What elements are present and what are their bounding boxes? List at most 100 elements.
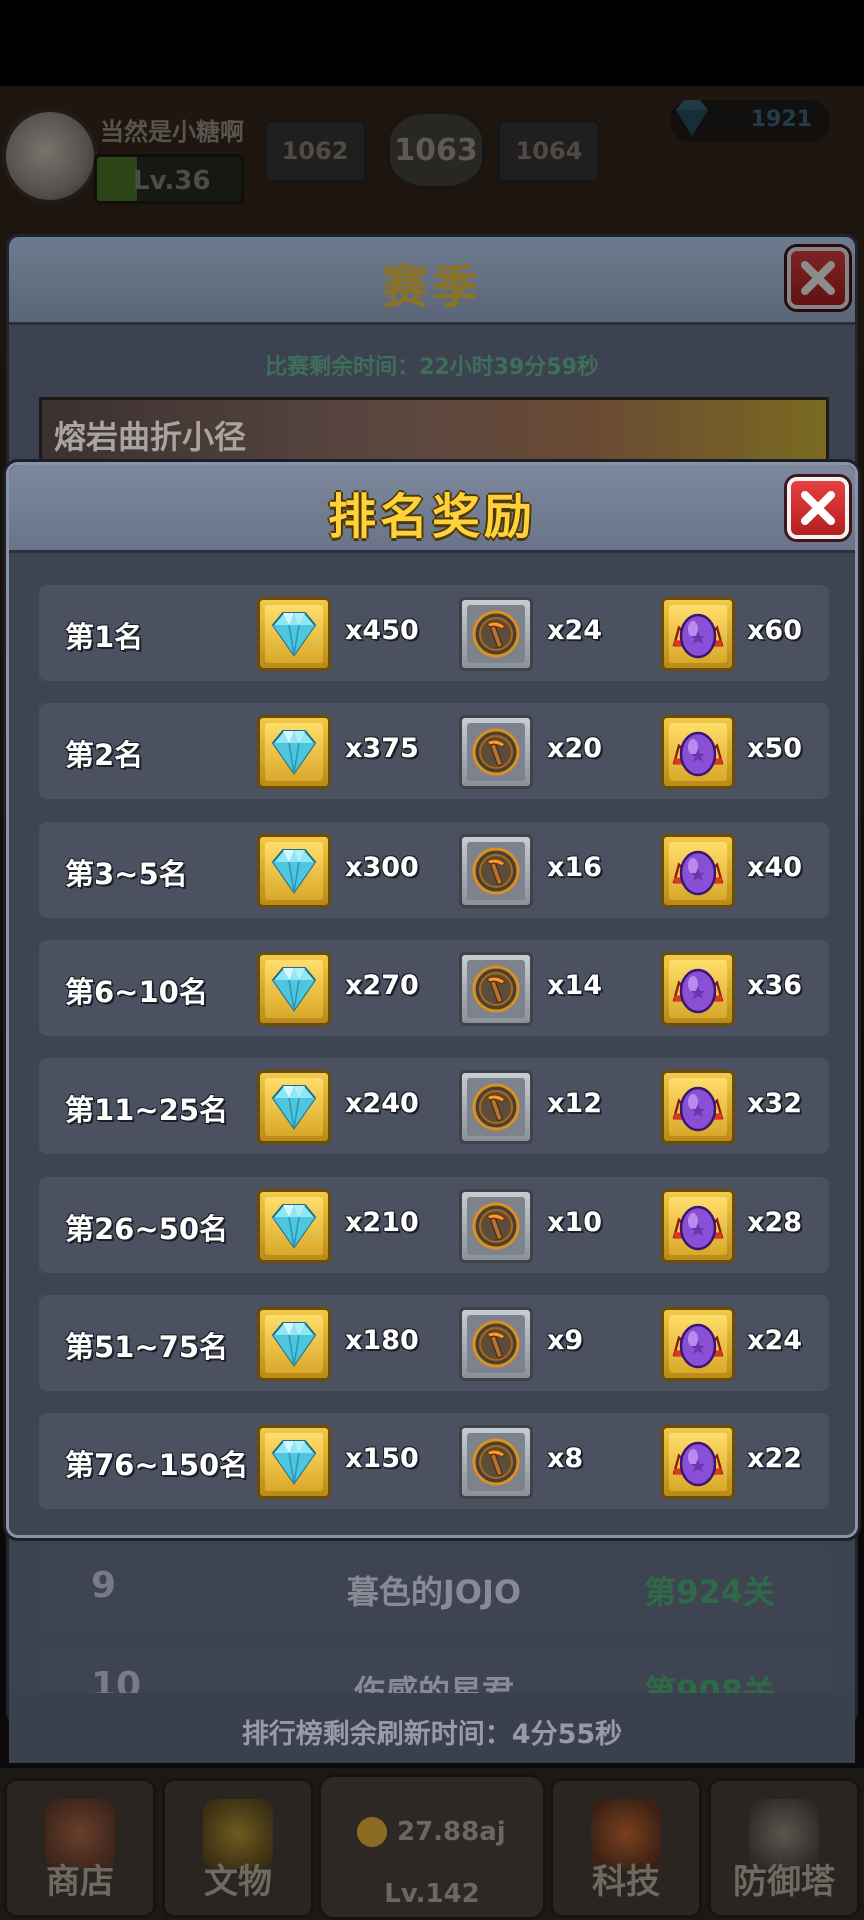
coin-icon xyxy=(357,1817,387,1847)
egg-reward-slot[interactable] xyxy=(661,1070,735,1144)
diamond-icon xyxy=(271,967,317,1012)
tool-reward-qty: x16 xyxy=(547,852,602,883)
egg-reward-qty: x60 xyxy=(747,615,802,646)
reward-header: 排名奖励 xyxy=(9,465,855,553)
gem-reward-slot[interactable] xyxy=(257,1307,331,1381)
tool-reward-qty: x20 xyxy=(547,733,602,764)
nav-tech-label: 科技 xyxy=(592,1862,660,1902)
tool-reward-slot[interactable] xyxy=(459,1189,533,1263)
diamond-icon xyxy=(271,1322,317,1367)
gem-reward-qty: x450 xyxy=(345,615,419,646)
egg-reward-qty: x32 xyxy=(747,1088,802,1119)
reward-row: 第2名 x375 x20 x50 xyxy=(39,703,829,799)
tool-reward-qty: x8 xyxy=(547,1443,584,1474)
season-title: 赛季 xyxy=(382,260,482,314)
nav-shop[interactable]: 商店 xyxy=(4,1778,156,1918)
coin-amount: 27.88aj xyxy=(397,1817,506,1847)
diamond-icon xyxy=(271,1440,317,1485)
tool-reward-slot[interactable] xyxy=(459,715,533,789)
gem-reward-qty: x210 xyxy=(345,1207,419,1238)
egg-reward-qty: x24 xyxy=(747,1325,802,1356)
tool-reward-slot[interactable] xyxy=(459,597,533,671)
pickaxe-icon xyxy=(472,1320,520,1368)
reward-row: 第11~25名 x240 x12 x32 xyxy=(39,1058,829,1154)
tool-reward-qty: x10 xyxy=(547,1207,602,1238)
reward-rank-label: 第26~50名 xyxy=(65,1212,229,1246)
tool-reward-qty: x9 xyxy=(547,1325,584,1356)
nav-hero[interactable]: 27.88aj Lv.142 xyxy=(318,1774,546,1920)
purple-egg-icon xyxy=(679,731,717,777)
leaderboard-refresh-timer: 排行榜剩余刷新时间：4分55秒 xyxy=(241,1719,623,1750)
season-close-button[interactable] xyxy=(787,247,849,309)
purple-egg-icon xyxy=(679,1205,717,1251)
gem-reward-qty: x375 xyxy=(345,733,419,764)
tool-reward-qty: x12 xyxy=(547,1088,602,1119)
gem-reward-slot[interactable] xyxy=(257,715,331,789)
gem-reward-slot[interactable] xyxy=(257,1189,331,1263)
egg-reward-slot[interactable] xyxy=(661,1425,735,1499)
diamond-icon xyxy=(271,730,317,775)
season-timer: 比赛剩余时间：22小时39分59秒 xyxy=(265,355,599,380)
diamond-icon xyxy=(271,1085,317,1130)
leaderboard-stage: 第924关 xyxy=(644,1573,775,1611)
egg-reward-slot[interactable] xyxy=(661,1307,735,1381)
nav-tower-label: 防御塔 xyxy=(733,1862,835,1902)
purple-egg-icon xyxy=(679,850,717,896)
gem-reward-slot[interactable] xyxy=(257,597,331,671)
reward-rank-label: 第2名 xyxy=(65,738,144,772)
gem-reward-slot[interactable] xyxy=(257,952,331,1026)
purple-egg-icon xyxy=(679,968,717,1014)
gem-reward-slot[interactable] xyxy=(257,834,331,908)
pickaxe-icon xyxy=(472,1438,520,1486)
egg-reward-slot[interactable] xyxy=(661,715,735,789)
tool-reward-qty: x14 xyxy=(547,970,602,1001)
gem-reward-qty: x180 xyxy=(345,1325,419,1356)
reward-rank-label: 第51~75名 xyxy=(65,1330,229,1364)
tool-reward-slot[interactable] xyxy=(459,1070,533,1144)
tool-reward-slot[interactable] xyxy=(459,1425,533,1499)
reward-rank-label: 第3~5名 xyxy=(65,857,188,891)
pickaxe-icon xyxy=(472,1202,520,1250)
egg-reward-slot[interactable] xyxy=(661,952,735,1026)
nav-relics[interactable]: 文物 xyxy=(162,1778,314,1918)
leaderboard-row[interactable]: 10 伤感的星君 第908关 xyxy=(39,1645,829,1693)
nav-tech[interactable]: 科技 xyxy=(550,1778,702,1918)
leaderboard-stage: 第908关 xyxy=(644,1673,775,1693)
reward-close-button[interactable] xyxy=(787,477,849,539)
egg-reward-slot[interactable] xyxy=(661,1189,735,1263)
pickaxe-icon xyxy=(472,1083,520,1131)
leaderboard-row[interactable]: 9 暮色的JOJO 第924关 xyxy=(39,1545,829,1631)
gem-reward-qty: x150 xyxy=(345,1443,419,1474)
tool-reward-slot[interactable] xyxy=(459,834,533,908)
nav-shop-label: 商店 xyxy=(46,1862,114,1902)
egg-reward-slot[interactable] xyxy=(661,597,735,671)
reward-row: 第51~75名 x180 x9 x24 xyxy=(39,1295,829,1391)
tool-reward-slot[interactable] xyxy=(459,1307,533,1381)
gem-reward-slot[interactable] xyxy=(257,1425,331,1499)
diamond-icon xyxy=(271,849,317,894)
pickaxe-icon xyxy=(472,610,520,658)
season-header: 赛季 xyxy=(9,237,855,325)
egg-reward-qty: x36 xyxy=(747,970,802,1001)
reward-row: 第26~50名 x210 x10 x28 xyxy=(39,1177,829,1273)
tool-reward-slot[interactable] xyxy=(459,952,533,1026)
close-icon xyxy=(801,261,835,295)
gem-reward-qty: x240 xyxy=(345,1088,419,1119)
season-map-name: 熔岩曲折小径 xyxy=(54,418,247,456)
pickaxe-icon xyxy=(472,728,520,776)
reward-rank-label: 第6~10名 xyxy=(65,975,208,1009)
gem-reward-qty: x300 xyxy=(345,852,419,883)
reward-row: 第1名 x450 x24 x60 xyxy=(39,585,829,681)
nav-relics-label: 文物 xyxy=(204,1862,272,1902)
status-bar xyxy=(0,0,864,86)
diamond-icon xyxy=(271,612,317,657)
gem-reward-slot[interactable] xyxy=(257,1070,331,1144)
purple-egg-icon xyxy=(679,1323,717,1369)
pickaxe-icon xyxy=(472,965,520,1013)
gem-reward-qty: x270 xyxy=(345,970,419,1001)
reward-title: 排名奖励 xyxy=(327,489,536,545)
nav-tower[interactable]: 防御塔 xyxy=(708,1778,860,1918)
close-icon xyxy=(801,491,835,525)
reward-rank-label: 第1名 xyxy=(65,620,144,654)
egg-reward-slot[interactable] xyxy=(661,834,735,908)
